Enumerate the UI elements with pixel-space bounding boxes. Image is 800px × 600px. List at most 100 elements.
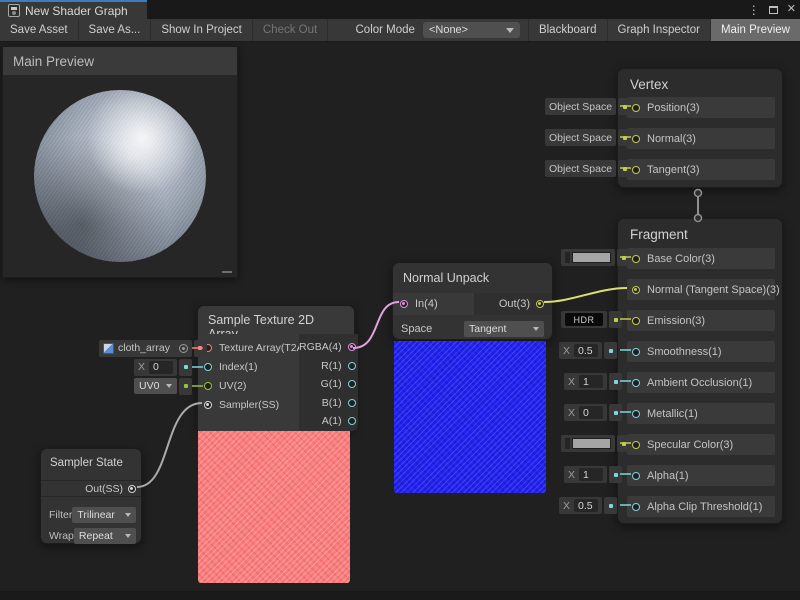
- fragment-row-alpha[interactable]: Alpha(1): [627, 465, 775, 486]
- vertex-row-tangent[interactable]: Tangent(3): [627, 159, 775, 180]
- port-index[interactable]: [204, 363, 212, 371]
- wrap-dropdown[interactable]: Repeat: [74, 528, 136, 544]
- object-picker-icon[interactable]: [179, 344, 188, 353]
- graph-inspector-toggle[interactable]: Graph Inspector: [608, 19, 711, 41]
- node-sampler-state[interactable]: Sampler State Out(SS) Filter Trilinear W…: [40, 448, 142, 544]
- port-rgba[interactable]: [348, 343, 356, 351]
- resize-handle[interactable]: [222, 271, 232, 273]
- chevron-down-icon: [506, 28, 514, 33]
- port-uv[interactable]: [204, 382, 212, 390]
- color-mode-label: Color Mode: [348, 19, 423, 41]
- node-sample-texture-2d-array[interactable]: Sample Texture 2D Array Texture Array(T2…: [197, 305, 355, 430]
- port-alpha-clip-threshold[interactable]: [632, 503, 640, 511]
- node-normal-unpack[interactable]: Normal Unpack In(4) Out(3) Space Tangent: [392, 262, 553, 340]
- port-sampler[interactable]: [204, 401, 212, 409]
- widget-base-color[interactable]: [561, 249, 630, 266]
- port-specular-color[interactable]: [632, 441, 640, 449]
- color-swatch[interactable]: [572, 252, 611, 263]
- output-row-g[interactable]: G(1): [299, 375, 358, 394]
- main-preview-panel[interactable]: Main Preview: [2, 46, 238, 278]
- blackboard-toggle[interactable]: Blackboard: [528, 19, 608, 41]
- port-normal[interactable]: [632, 135, 640, 143]
- value-field[interactable]: 1: [579, 468, 603, 481]
- value-field[interactable]: 0.5: [574, 499, 598, 512]
- widget-emission[interactable]: HDR: [561, 311, 622, 328]
- port-alpha[interactable]: [632, 472, 640, 480]
- input-row-uv[interactable]: UV(2): [198, 376, 299, 395]
- value-field[interactable]: 0: [149, 361, 173, 374]
- save-as-button[interactable]: Save As...: [79, 19, 152, 41]
- output-row-out-ss[interactable]: Out(SS): [41, 480, 141, 497]
- widget-tangent-space[interactable]: Object Space: [545, 160, 631, 177]
- kebab-menu-icon[interactable]: ⋮: [748, 4, 760, 16]
- connector-dot: [622, 256, 626, 260]
- input-row-texture-array[interactable]: Texture Array(T2A): [198, 338, 299, 357]
- fragment-row-alpha-clip[interactable]: Alpha Clip Threshold(1): [627, 496, 775, 517]
- value-field[interactable]: 1: [579, 375, 603, 388]
- fragment-row-emission[interactable]: Emission(3): [627, 310, 775, 331]
- value-field[interactable]: 0.5: [574, 344, 598, 357]
- output-row-b[interactable]: B(1): [299, 394, 358, 413]
- port-metallic[interactable]: [632, 410, 640, 418]
- node-vertex[interactable]: Vertex Position(3) Normal(3) Tangent(3): [617, 68, 783, 188]
- port-in[interactable]: [400, 300, 408, 308]
- hdr-color-field[interactable]: HDR: [565, 313, 603, 326]
- texture-asset-name: cloth_array: [118, 342, 170, 354]
- vertex-row-normal[interactable]: Normal(3): [627, 128, 775, 149]
- port-a[interactable]: [348, 417, 356, 425]
- input-row-in[interactable]: In(4): [393, 293, 474, 315]
- widget-ambient-occlusion[interactable]: X1: [564, 373, 622, 390]
- fragment-row-ambient-occlusion[interactable]: Ambient Occlusion(1): [627, 372, 775, 393]
- fragment-row-normal[interactable]: Normal (Tangent Space)(3): [627, 279, 775, 300]
- widget-metallic[interactable]: X0: [564, 404, 622, 421]
- save-asset-button[interactable]: Save Asset: [0, 19, 79, 41]
- widget-cloth-array[interactable]: cloth_array: [99, 340, 207, 357]
- fragment-row-base-color[interactable]: Base Color(3): [627, 248, 775, 269]
- output-row-out[interactable]: Out(3): [474, 293, 552, 315]
- widget-alpha-clip[interactable]: X0.5: [559, 497, 617, 514]
- main-preview-header[interactable]: Main Preview: [3, 47, 237, 75]
- port-g[interactable]: [348, 380, 356, 388]
- port-position[interactable]: [632, 104, 640, 112]
- close-icon[interactable]: ✕: [787, 4, 796, 15]
- maximize-icon[interactable]: [769, 6, 778, 14]
- port-tangent[interactable]: [632, 166, 640, 174]
- graph-canvas[interactable]: Main Preview Vertex Position(3) Normal(3…: [0, 42, 800, 600]
- output-row-r[interactable]: R(1): [299, 357, 358, 376]
- port-b[interactable]: [348, 399, 356, 407]
- color-swatch[interactable]: [572, 438, 611, 449]
- main-preview-toggle[interactable]: Main Preview: [711, 19, 800, 41]
- fragment-row-smoothness[interactable]: Smoothness(1): [627, 341, 775, 362]
- port-label: Alpha(1): [647, 470, 689, 482]
- node-fragment[interactable]: Fragment Base Color(3) Normal (Tangent S…: [617, 218, 783, 524]
- output-row-rgba[interactable]: RGBA(4): [299, 338, 358, 357]
- widget-index[interactable]: X0: [134, 359, 192, 376]
- space-dropdown[interactable]: Tangent: [464, 321, 544, 337]
- port-emission[interactable]: [632, 317, 640, 325]
- port-normal-tangent-space[interactable]: [632, 286, 640, 294]
- color-mode-dropdown[interactable]: <None>: [423, 22, 520, 38]
- port-smoothness[interactable]: [632, 348, 640, 356]
- input-row-index[interactable]: Index(1): [198, 357, 299, 376]
- input-row-sampler[interactable]: Sampler(SS): [198, 395, 299, 414]
- widget-smoothness[interactable]: X0.5: [559, 342, 617, 359]
- port-ambient-occlusion[interactable]: [632, 379, 640, 387]
- widget-normal-space[interactable]: Object Space: [545, 129, 631, 146]
- graph-tab[interactable]: New Shader Graph: [0, 0, 147, 19]
- widget-position-space[interactable]: Object Space: [545, 98, 631, 115]
- show-in-project-button[interactable]: Show In Project: [151, 19, 253, 41]
- vertex-row-position[interactable]: Position(3): [627, 97, 775, 118]
- port-out[interactable]: [536, 300, 544, 308]
- widget-specular-color[interactable]: [561, 435, 630, 452]
- fragment-row-metallic[interactable]: Metallic(1): [627, 403, 775, 424]
- fragment-row-specular-color[interactable]: Specular Color(3): [627, 434, 775, 455]
- port-out-ss[interactable]: [128, 485, 136, 493]
- widget-uv-channel[interactable]: UV0: [134, 378, 192, 395]
- filter-dropdown[interactable]: Trilinear: [72, 507, 136, 523]
- output-row-a[interactable]: A(1): [299, 412, 358, 431]
- widget-alpha[interactable]: X1: [564, 466, 622, 483]
- port-r[interactable]: [348, 362, 356, 370]
- port-base-color[interactable]: [632, 255, 640, 263]
- uv-channel-dropdown[interactable]: UV0: [134, 378, 177, 394]
- value-field[interactable]: 0: [579, 406, 603, 419]
